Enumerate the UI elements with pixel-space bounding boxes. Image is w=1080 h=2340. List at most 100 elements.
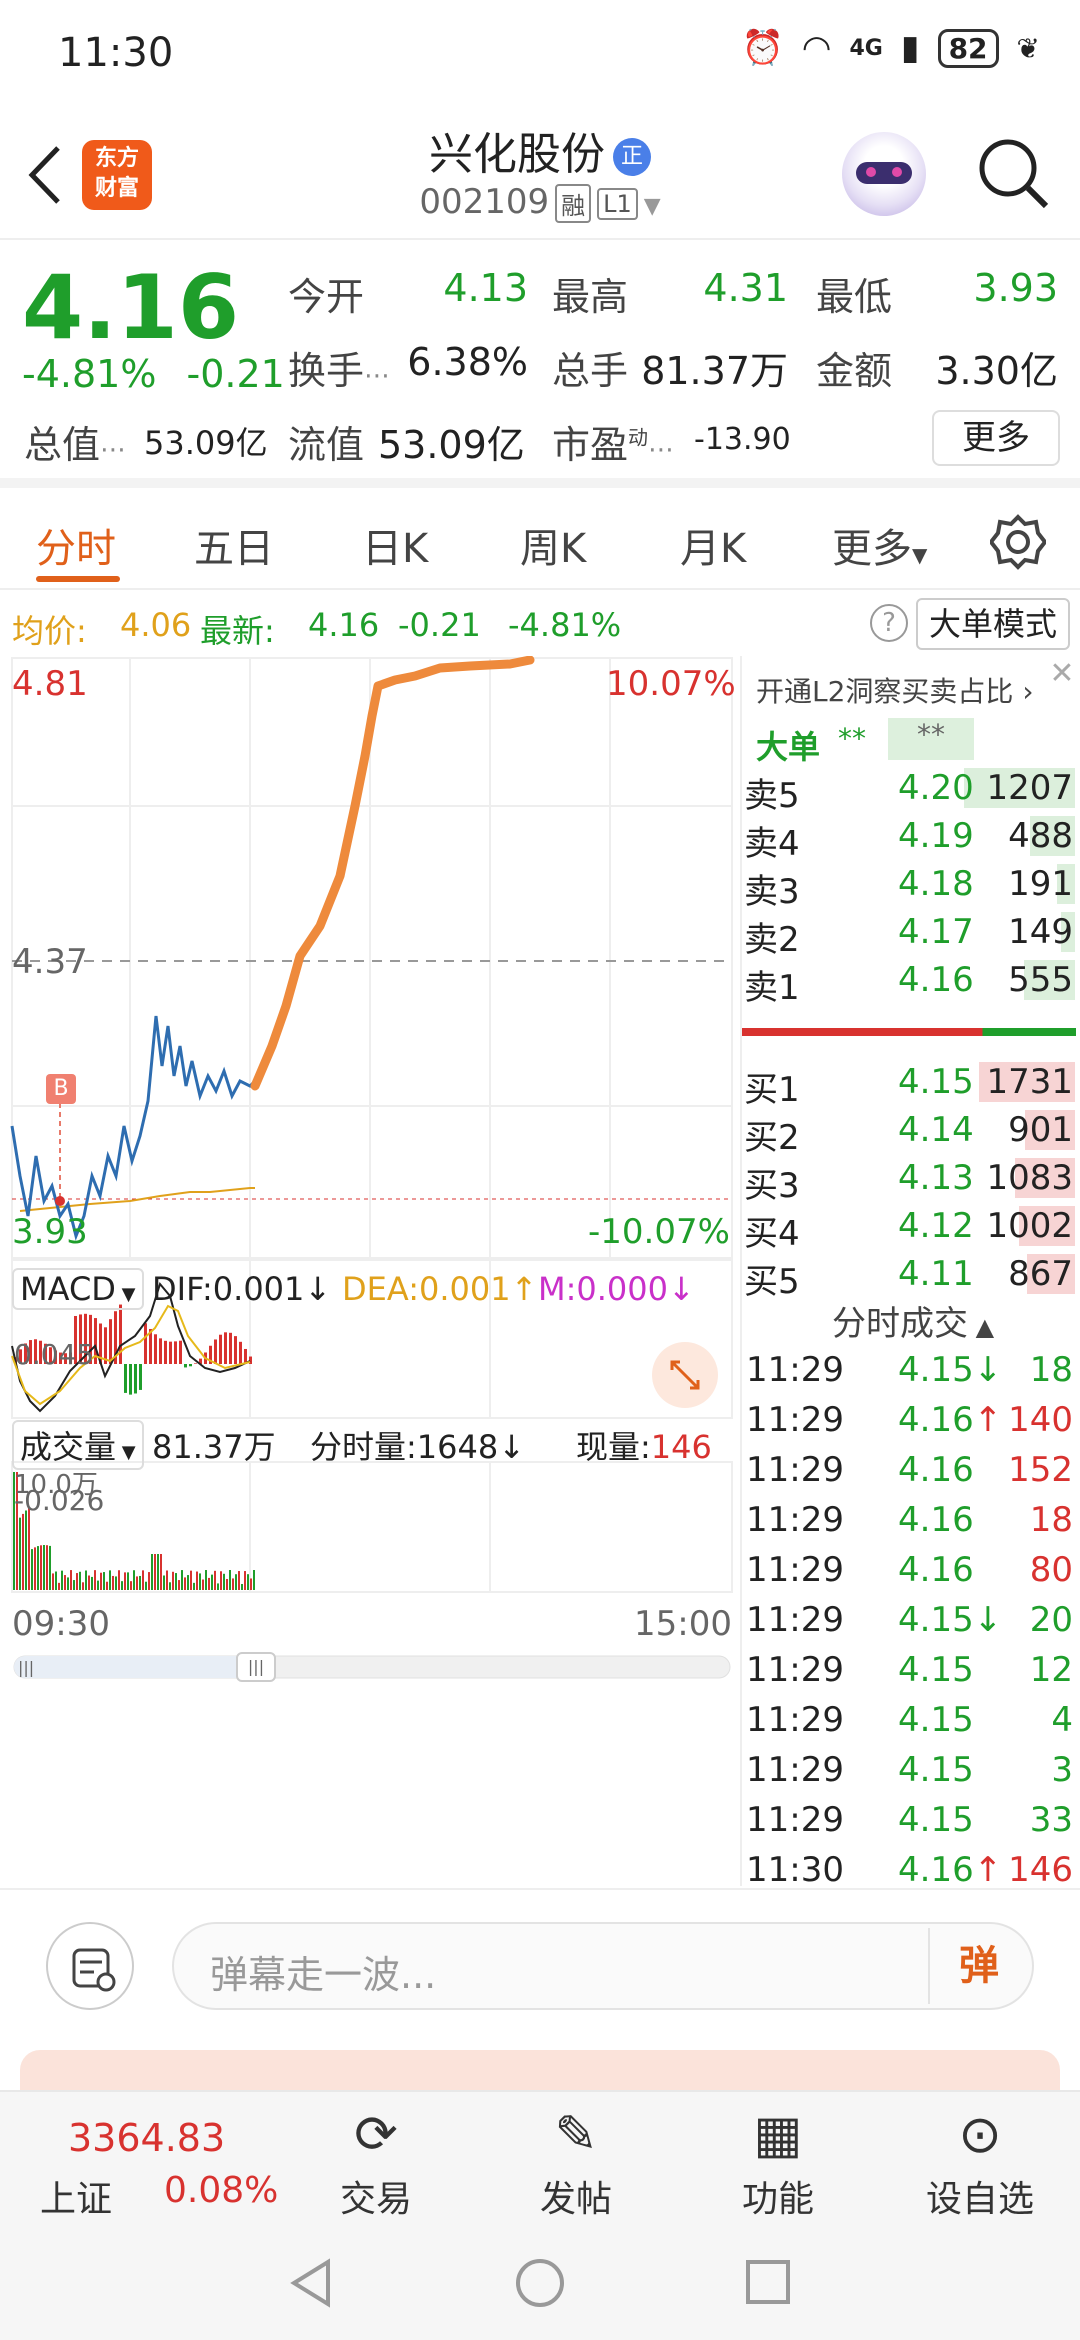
battery-icon: 82: [937, 28, 999, 68]
tab-monthly-k[interactable]: 月K: [680, 516, 746, 574]
intraday-chart[interactable]: 4.81 10.07% 4.37 3.93 -10.07% B MACD ▼ D…: [10, 656, 736, 1886]
trade-price-text: 4.15: [898, 1750, 974, 1790]
alarm-icon: ⏰: [741, 28, 784, 68]
pe-superscript: 动: [628, 425, 649, 450]
volume-selector[interactable]: 成交量 ▼: [12, 1420, 144, 1470]
change-percent: -4.81%: [22, 352, 157, 396]
ask-row[interactable]: 卖1 4.16 555: [742, 958, 1077, 1008]
trade-price: 4.16: [898, 1450, 974, 1490]
tab-weekly-k[interactable]: 周K: [520, 516, 586, 574]
trade-row: 11:29 4.15 33: [742, 1800, 1077, 1850]
trade-price: 4.16↑: [898, 1400, 1002, 1440]
tab-daily-k[interactable]: 日K: [362, 516, 428, 574]
expand-button[interactable]: [652, 1342, 718, 1408]
index-name[interactable]: 上证: [40, 2170, 112, 2222]
ask-row[interactable]: 卖4 4.19 488: [742, 814, 1077, 864]
search-button[interactable]: [976, 136, 1052, 212]
volume-bar: [139, 1575, 141, 1590]
index-value[interactable]: 3364.83: [68, 2116, 225, 2160]
bid-label: 买2: [744, 1118, 800, 1158]
volume-bar: [244, 1571, 246, 1590]
trade-time: 11:29: [746, 1450, 844, 1490]
volume-bar: [34, 1547, 36, 1590]
arrow-down-icon: ↓: [304, 1270, 332, 1308]
bid-volume: 1002: [986, 1206, 1073, 1246]
ask-price: 4.18: [898, 864, 974, 904]
volume-bar: [103, 1572, 105, 1590]
nav-post[interactable]: ✎ 发帖: [496, 2100, 656, 2222]
app-header: 东方 财富 兴化股份正 002109 融 L1 ▼: [0, 110, 1080, 240]
comment-bar: 弹幕走一波... 弹: [0, 1888, 1080, 2028]
danmaku-send-button[interactable]: 弹: [928, 1928, 1028, 2004]
system-recents-icon[interactable]: [746, 2260, 790, 2304]
bid-row[interactable]: 买1 4.15 1731: [742, 1060, 1077, 1110]
volume-bar: [250, 1578, 252, 1590]
ask-row[interactable]: 卖5 4.20 1207: [742, 766, 1077, 816]
scroll-handle-left[interactable]: |||: [18, 1658, 34, 1677]
volume-selector-label: 成交量: [20, 1428, 117, 1466]
macd-bar: [184, 1364, 187, 1368]
nav-trade[interactable]: ⟳ 交易: [296, 2100, 456, 2222]
index-percent[interactable]: 0.08%: [164, 2170, 278, 2211]
news-banner[interactable]: [20, 2050, 1060, 2090]
close-icon[interactable]: ✕: [1042, 656, 1080, 696]
ask-volume: 149: [1008, 912, 1073, 952]
ask-label: 卖3: [744, 872, 800, 912]
low-value: 3.93: [973, 266, 1058, 310]
l2-promo-link[interactable]: 开通L2洞察买卖占比 ›: [756, 670, 1034, 710]
trade-volume: 80: [1029, 1550, 1073, 1590]
trade-row: 11:29 4.16 80: [742, 1550, 1077, 1600]
ask-label: 卖1: [744, 968, 800, 1008]
settings-button[interactable]: [988, 514, 1048, 574]
float-mv-label: 流值: [288, 423, 365, 467]
bid-row[interactable]: 买2 4.14 901: [742, 1108, 1077, 1158]
volume-bar: [193, 1582, 195, 1590]
caret-up-icon: ▲: [968, 1313, 995, 1341]
trade-time: 11:29: [746, 1500, 844, 1540]
change-amount: -0.21: [186, 352, 285, 396]
total-mv-label[interactable]: 总值⋯: [24, 414, 126, 469]
ask-row[interactable]: 卖2 4.17 149: [742, 910, 1077, 960]
trade-price: 4.15↓: [898, 1350, 1002, 1390]
system-back-icon[interactable]: [290, 2258, 330, 2308]
big-order-mode-button[interactable]: 大单模式: [916, 598, 1070, 650]
volume-bar: [118, 1570, 120, 1590]
volume-max-label: 10.0万: [14, 1470, 98, 1500]
help-icon[interactable]: ?: [870, 604, 908, 642]
more-button[interactable]: 更多: [932, 410, 1060, 466]
trade-volume: 18: [1029, 1500, 1073, 1540]
trades-title[interactable]: 分时成交 ▲: [832, 1296, 994, 1345]
nav-functions[interactable]: ▦ 功能: [698, 2100, 858, 2222]
bid-row[interactable]: 买4 4.12 1002: [742, 1204, 1077, 1254]
nav-add-watchlist[interactable]: ⊙ 设自选: [900, 2100, 1060, 2222]
trade-price-text: 4.16: [898, 1500, 974, 1540]
bid-row[interactable]: 买3 4.13 1083: [742, 1156, 1077, 1206]
tab-more[interactable]: 更多▼: [832, 516, 927, 574]
margin-tag: 融: [555, 184, 592, 223]
scroll-handle-right[interactable]: |||: [236, 1652, 276, 1682]
trade-price-text: 4.15: [898, 1350, 974, 1390]
turnover-label[interactable]: 换手⋯: [288, 340, 390, 395]
trade-price-text: 4.15: [898, 1650, 974, 1690]
danmaku-input[interactable]: 弹幕走一波... 弹: [172, 1922, 1034, 2010]
volume-bar: [124, 1572, 126, 1590]
volume-bar: [22, 1513, 24, 1590]
tab-intraday[interactable]: 分时: [36, 516, 116, 574]
ask-row[interactable]: 卖3 4.18 191: [742, 862, 1077, 912]
bid-volume: 1083: [986, 1158, 1073, 1198]
pe-label[interactable]: 市盈动⋯: [552, 414, 674, 469]
system-home-icon[interactable]: [516, 2259, 564, 2307]
ask-volume: 555: [1008, 960, 1073, 1000]
turnover-value: 6.38%: [407, 340, 528, 384]
volume-bar: [181, 1570, 183, 1590]
volume-bar: [205, 1570, 207, 1590]
buy-marker[interactable]: B: [46, 1074, 76, 1104]
trade-price: 4.15↓: [898, 1600, 1002, 1640]
signal-icon: ▮: [900, 28, 920, 68]
bid-row[interactable]: 买5 4.11 867: [742, 1252, 1077, 1302]
robot-assistant-icon[interactable]: [842, 132, 926, 216]
volume-bar: [166, 1570, 168, 1590]
tab-five-day[interactable]: 五日: [194, 516, 274, 574]
macd-selector[interactable]: MACD ▼: [12, 1268, 144, 1310]
comment-settings-button[interactable]: [46, 1922, 134, 2010]
